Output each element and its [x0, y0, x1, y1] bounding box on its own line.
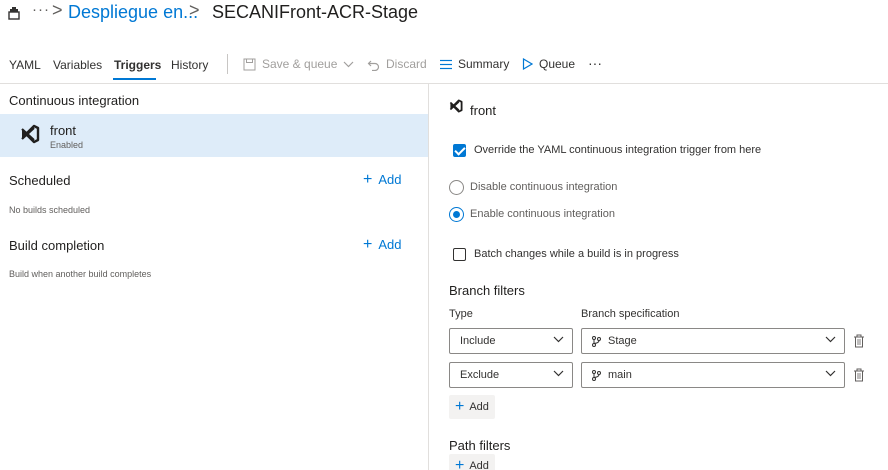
add-schedule-button[interactable]: + Add: [363, 171, 402, 188]
scheduled-section-title: Scheduled: [9, 173, 71, 188]
batch-changes-label: Batch changes while a build is in progre…: [474, 248, 679, 260]
toolbar-more-button[interactable]: ···: [588, 55, 602, 71]
visual-studio-icon: [20, 124, 40, 144]
plus-icon: +: [455, 457, 465, 470]
enable-ci-label: Enable continuous integration: [470, 208, 615, 220]
add-build-completion-button[interactable]: + Add: [363, 236, 402, 253]
add-schedule-label: Add: [378, 172, 402, 187]
delete-filter-icon[interactable]: [853, 334, 865, 348]
enable-ci-radio[interactable]: [449, 207, 464, 222]
override-yaml-label: Override the YAML continuous integration…: [474, 144, 762, 156]
toolbar-divider-line: [0, 83, 888, 84]
save-queue-button[interactable]: Save & queue: [243, 57, 354, 71]
add-branch-filter-label: Add: [469, 401, 489, 413]
queue-label: Queue: [539, 57, 576, 71]
plus-icon: +: [363, 236, 373, 253]
chevron-down-icon: [553, 336, 564, 343]
branch-icon: [592, 335, 601, 347]
scheduled-note: No builds scheduled: [9, 205, 91, 215]
override-yaml-checkbox[interactable]: [453, 144, 466, 157]
breadcrumb-chevron-icon: >: [52, 0, 63, 20]
branch-spec-column-header: Branch specification: [581, 308, 680, 320]
breadcrumb-project-link[interactable]: Despliegue en...: [68, 2, 198, 23]
page-title: SECANIFront-ACR-Stage: [212, 2, 419, 22]
disable-ci-label: Disable continuous integration: [470, 181, 618, 193]
panel-divider: [428, 84, 429, 470]
tab-triggers[interactable]: Triggers: [114, 58, 161, 72]
tab-yaml[interactable]: YAML: [9, 58, 41, 72]
branch-spec-value: main: [608, 369, 632, 381]
chevron-down-icon: [825, 336, 836, 343]
filter-type-value: Exclude: [460, 369, 500, 381]
summary-label: Summary: [458, 57, 510, 71]
filter-type-value: Include: [460, 335, 496, 347]
queue-button[interactable]: Queue: [522, 57, 575, 71]
visual-studio-icon: [449, 99, 463, 113]
ci-trigger-name: front: [50, 123, 77, 138]
discard-button[interactable]: Discard: [367, 57, 427, 71]
plus-icon: +: [363, 171, 373, 188]
list-icon: [440, 59, 452, 69]
chevron-down-icon: [825, 370, 836, 377]
summary-button[interactable]: Summary: [440, 57, 509, 71]
add-branch-filter-button[interactable]: + Add: [449, 395, 495, 419]
branch-filters-title: Branch filters: [449, 283, 525, 298]
add-build-completion-label: Add: [378, 237, 402, 252]
active-tab-indicator: [113, 78, 156, 80]
branch-spec-value: Stage: [608, 335, 637, 347]
toolbar-divider: [227, 54, 228, 74]
save-icon: [243, 58, 256, 70]
play-icon: [522, 58, 533, 70]
filter-type-dropdown[interactable]: Exclude: [449, 362, 573, 388]
tab-history[interactable]: History: [171, 58, 208, 72]
breadcrumb-chevron-icon: >: [189, 0, 200, 20]
disable-ci-radio[interactable]: [449, 180, 464, 195]
branch-spec-dropdown[interactable]: main: [581, 362, 845, 388]
tab-variables[interactable]: Variables: [53, 58, 102, 72]
discard-label: Discard: [386, 57, 427, 71]
chevron-down-icon: [553, 370, 564, 377]
ci-trigger-status: Enabled: [50, 140, 84, 150]
filter-type-dropdown[interactable]: Include: [449, 328, 573, 354]
branch-spec-dropdown[interactable]: Stage: [581, 328, 845, 354]
delete-filter-icon[interactable]: [853, 368, 865, 382]
branch-icon: [592, 369, 601, 381]
undo-icon: [367, 60, 380, 71]
batch-changes-checkbox[interactable]: [453, 248, 466, 261]
path-filters-title: Path filters: [449, 438, 511, 453]
pipeline-icon: [7, 6, 21, 20]
chevron-down-icon: [343, 61, 354, 67]
plus-icon: +: [455, 398, 465, 415]
add-path-filter-button[interactable]: + Add: [449, 454, 495, 470]
ci-section-title: Continuous integration: [9, 93, 140, 108]
build-completion-note: Build when another build completes: [9, 269, 152, 279]
add-path-filter-label: Add: [469, 460, 489, 470]
type-column-header: Type: [449, 308, 473, 320]
build-completion-section-title: Build completion: [9, 238, 105, 253]
breadcrumb-more-button[interactable]: ···: [32, 1, 50, 18]
repository-name: front: [470, 103, 497, 118]
save-queue-label: Save & queue: [262, 57, 338, 71]
